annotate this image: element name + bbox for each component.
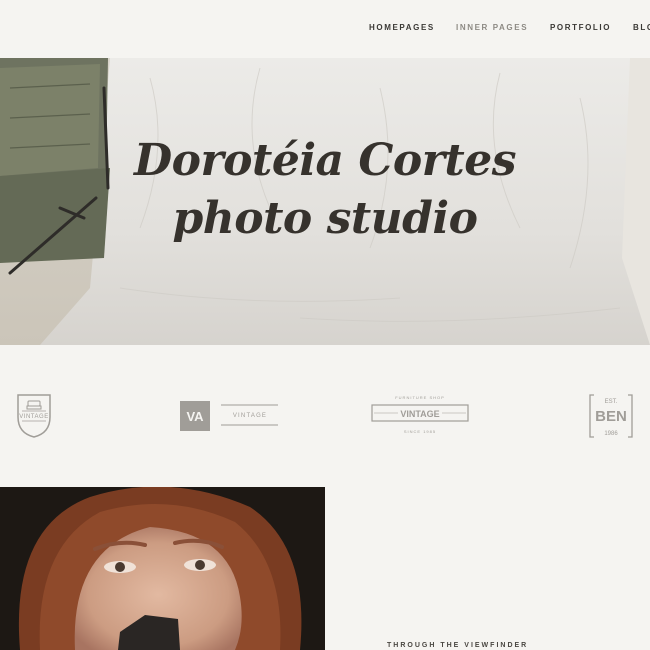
va-logo-text: VINTAGE — [233, 413, 267, 419]
furniture-top-text: FURNITURE SHOP — [395, 395, 445, 400]
nav-item-homepages[interactable]: HOMEPAGES — [369, 23, 435, 32]
hero-title-line-2: photo studio — [172, 193, 478, 244]
shield-logo-text: VINTAGE — [19, 414, 48, 420]
ben-main-text: BEN — [595, 408, 627, 425]
furniture-shop-logo[interactable]: FURNITURE SHOP VINTAGE SINCE 1985 — [370, 393, 470, 439]
hero-banner: Dorotéia Cortes photo studio — [0, 58, 650, 345]
furniture-bottom-text: SINCE 1985 — [404, 429, 436, 434]
hero-title: Dorotéia Cortes photo studio — [0, 132, 650, 248]
ben-est-text: EST. — [605, 399, 618, 405]
section-eyebrow: THROUGH THE VIEWFINDER — [387, 642, 529, 649]
ben-year-text: 1986 — [604, 431, 618, 437]
ben-est-logo[interactable]: EST. BEN 1986 — [588, 393, 634, 439]
sofa-icon — [26, 400, 42, 410]
nav-item-blog[interactable]: BLO — [633, 23, 650, 32]
hero-title-line-1: Dorotéia Cortes — [133, 135, 517, 186]
shield-vintage-logo[interactable]: VINTAGE — [16, 393, 52, 439]
nav-item-portfolio[interactable]: PORTFOLIO — [550, 23, 611, 32]
top-navigation: HOMEPAGES INNER PAGES PORTFOLIO BLO — [0, 0, 650, 58]
client-logos: VINTAGE VA VINTAGE FURNITURE SHOP VINTAG… — [0, 345, 650, 487]
furniture-main-text: VINTAGE — [400, 409, 439, 419]
va-monogram: VA — [186, 409, 204, 424]
portrait-image — [0, 487, 325, 650]
va-vintage-logo[interactable]: VA VINTAGE — [180, 401, 280, 431]
nav-item-inner-pages[interactable]: INNER PAGES — [456, 23, 528, 32]
